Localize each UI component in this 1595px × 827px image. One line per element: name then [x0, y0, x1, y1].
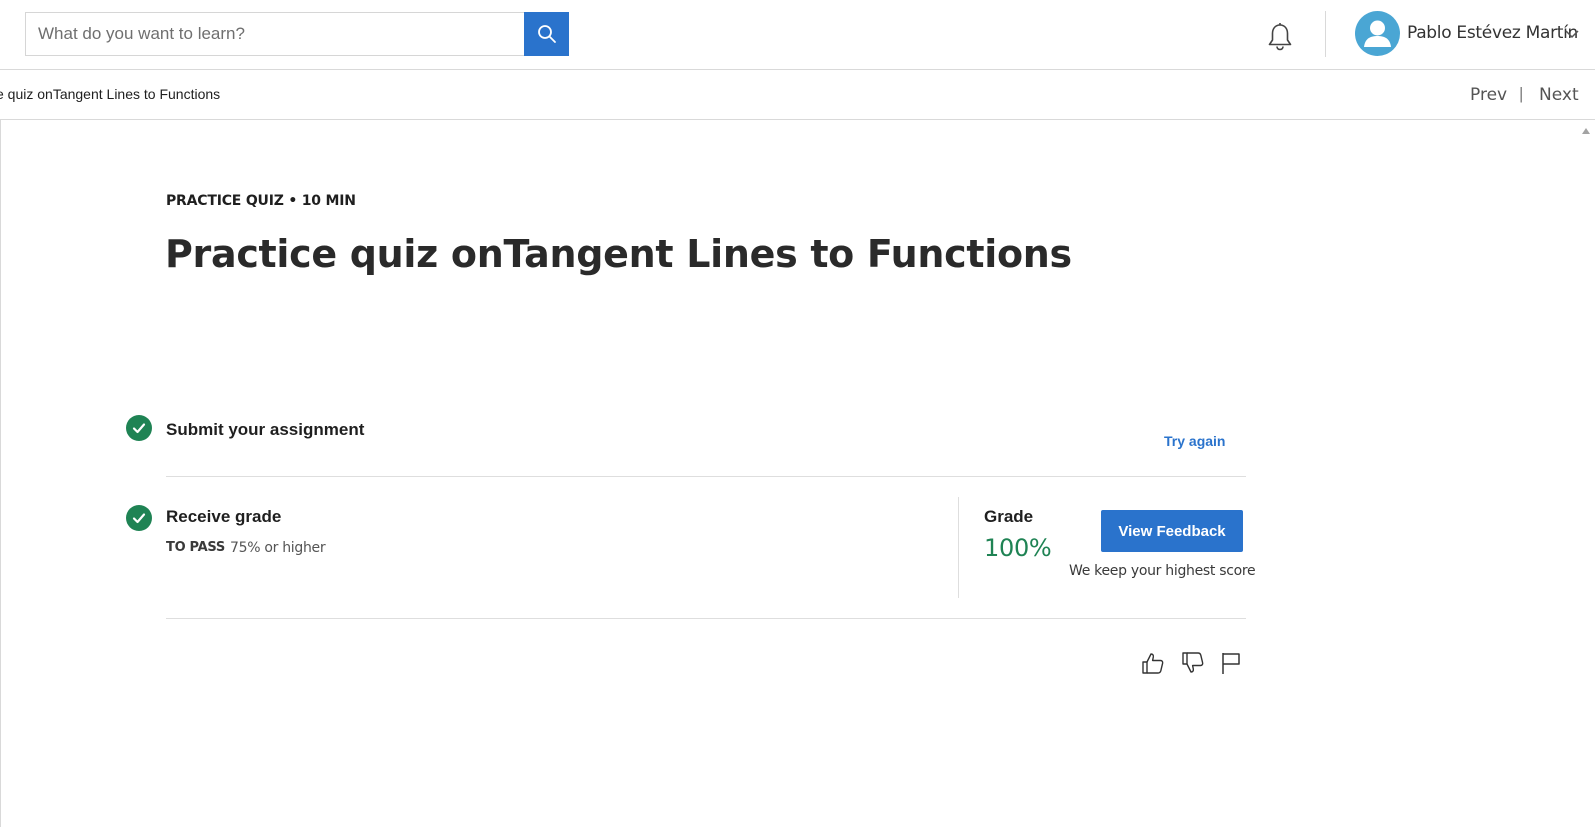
breadcrumb[interactable]: e quiz onTangent Lines to Functions: [0, 86, 220, 102]
scroll-up-arrow-icon[interactable]: [1582, 128, 1590, 134]
to-pass-value: 75% or higher: [230, 540, 326, 556]
dislike-button[interactable]: [1180, 650, 1206, 676]
content-left-border: [0, 120, 1, 827]
quiz-kicker: PRACTICE QUIZ • 10 MIN: [166, 193, 356, 209]
chevron-down-icon[interactable]: [1565, 30, 1579, 39]
search-icon: [537, 25, 556, 43]
thumbs-down-icon: [1182, 652, 1204, 673]
scrollbar[interactable]: [1578, 120, 1595, 827]
try-again-link[interactable]: Try again: [1164, 433, 1225, 449]
check-circle-icon: [126, 415, 152, 441]
check-circle-icon: [126, 505, 152, 531]
user-avatar[interactable]: [1355, 11, 1400, 56]
grade-label: Grade: [984, 507, 1034, 526]
highest-score-note: We keep your highest score: [1069, 563, 1256, 579]
submit-assignment-label: Submit your assignment: [166, 420, 365, 439]
like-button[interactable]: [1140, 650, 1166, 676]
prev-link[interactable]: Prev: [1470, 85, 1507, 105]
item-navigation-bar: e quiz onTangent Lines to Functions Prev…: [0, 70, 1595, 120]
flag-icon: [1222, 653, 1240, 674]
search-button[interactable]: [524, 12, 569, 56]
search-bar: [25, 12, 569, 56]
search-input[interactable]: [26, 13, 524, 55]
user-avatar-icon: [1364, 20, 1391, 47]
next-link[interactable]: Next: [1539, 85, 1579, 105]
to-pass-label: TO PASS: [166, 540, 225, 555]
page-title: Practice quiz onTangent Lines to Functio…: [165, 232, 1072, 276]
notifications-button[interactable]: [1266, 22, 1294, 52]
grade-divider: [958, 497, 959, 598]
section-divider: [166, 618, 1246, 619]
grade-value: 100%: [984, 534, 1052, 562]
receive-grade-label: Receive grade: [166, 507, 282, 526]
nav-separator: |: [1519, 84, 1524, 103]
step-divider: [166, 476, 1246, 477]
user-name[interactable]: Pablo Estévez Martín: [1407, 23, 1578, 43]
thumbs-up-icon: [1142, 653, 1164, 674]
bell-icon: [1268, 23, 1292, 51]
view-feedback-button[interactable]: View Feedback: [1101, 510, 1243, 552]
header-divider: [1325, 11, 1326, 57]
report-button[interactable]: [1218, 650, 1244, 676]
top-bar: Pablo Estévez Martín: [0, 0, 1595, 70]
